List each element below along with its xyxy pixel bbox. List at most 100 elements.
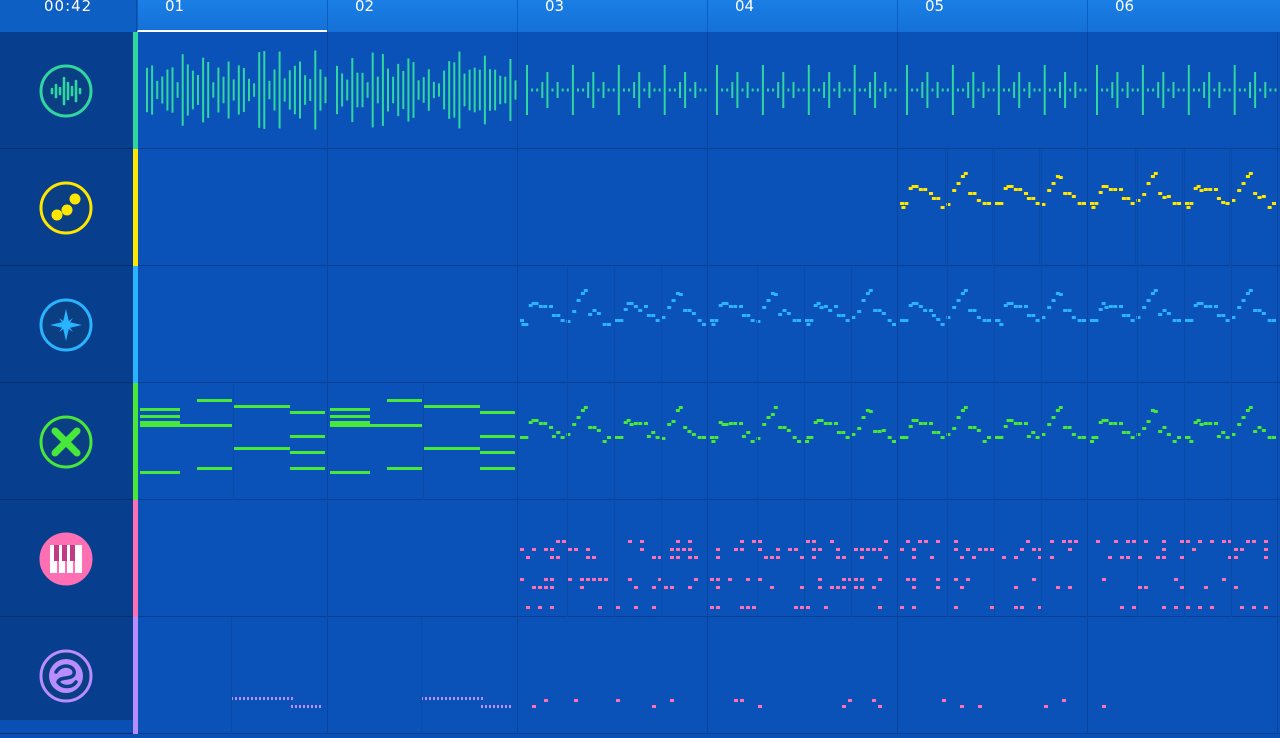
note-dot — [453, 697, 455, 700]
note-dot — [904, 202, 909, 205]
note-dot — [678, 293, 683, 296]
track-header-bass[interactable] — [0, 149, 133, 266]
audio-waveform-bar — [314, 50, 317, 130]
drum-hit — [830, 540, 834, 543]
audio-waveform-bar — [1018, 72, 1021, 108]
audio-waveform-bar — [181, 54, 184, 126]
audio-waveform-bar — [951, 65, 954, 115]
note-dot — [1142, 427, 1147, 430]
note-dot — [836, 314, 841, 317]
midi-note — [480, 467, 515, 470]
note-dot — [560, 436, 565, 439]
note-dot — [918, 422, 923, 425]
note-dot — [1077, 202, 1082, 205]
note-dot — [1158, 313, 1163, 316]
beat-line — [994, 500, 995, 617]
bar-marker-02[interactable]: 02 — [327, 0, 517, 32]
drum-hit — [568, 578, 572, 581]
drum-hit — [526, 556, 530, 559]
drum-hit — [1240, 606, 1244, 609]
drum-hit — [676, 540, 680, 543]
note-dot — [1108, 188, 1113, 191]
beat-line — [1137, 383, 1138, 500]
note-dot — [1257, 426, 1262, 429]
note-dot — [1267, 436, 1272, 439]
note-dot — [750, 440, 755, 443]
track-lane-bass[interactable] — [138, 149, 1280, 266]
drum-hit — [960, 556, 964, 559]
note-dot — [1208, 422, 1213, 425]
note-dot — [1261, 429, 1266, 432]
note-dot — [311, 705, 313, 708]
note-dot — [445, 697, 447, 700]
beat-line — [947, 383, 948, 500]
drum-hit — [1162, 606, 1166, 609]
track-lane-synth[interactable] — [138, 266, 1280, 383]
note-dot — [1051, 416, 1056, 419]
drum-hit — [670, 699, 674, 702]
note-dot — [543, 305, 548, 308]
note-dot — [750, 319, 755, 322]
audio-waveform-bar — [833, 88, 836, 92]
bar-line — [1277, 617, 1278, 734]
drum-hit — [842, 586, 846, 589]
audio-waveform-bar — [823, 82, 826, 98]
note-dot — [638, 309, 643, 312]
track-header-lead[interactable] — [0, 383, 133, 500]
audio-waveform-bar — [453, 62, 456, 118]
audio-waveform-bar — [1116, 72, 1119, 108]
audio-waveform-bar — [293, 65, 296, 115]
drum-hit — [652, 606, 656, 609]
note-dot — [549, 305, 553, 308]
audio-waveform-bar — [483, 55, 486, 125]
midi-note — [330, 421, 370, 424]
note-dot — [1261, 312, 1266, 315]
bar-marker-05[interactable]: 05 — [897, 0, 1087, 32]
track-lane-fx[interactable] — [138, 617, 1280, 734]
bar-marker-03[interactable]: 03 — [517, 0, 707, 32]
note-dot — [1261, 195, 1266, 198]
audio-waveform-bar — [1074, 82, 1077, 98]
drum-hit — [800, 606, 804, 609]
note-dot — [841, 431, 846, 434]
bar-marker-04[interactable]: 04 — [707, 0, 897, 32]
audio-waveform-bar — [166, 69, 169, 111]
audio-waveform-bar — [982, 82, 985, 98]
note-dot — [1186, 206, 1191, 209]
audio-waveform-bar — [412, 62, 415, 118]
bar-marker-06[interactable]: 06 — [1087, 0, 1277, 32]
drum-hit — [538, 606, 542, 609]
drum-hit — [1138, 556, 1142, 559]
note-dot — [1094, 436, 1099, 439]
track-header-keys[interactable] — [0, 500, 133, 617]
note-dot — [929, 422, 933, 425]
audio-waveform-bar — [1053, 88, 1056, 92]
drum-hit — [1156, 556, 1160, 559]
drum-hit — [1068, 540, 1072, 543]
note-dot — [1203, 305, 1208, 308]
drum-hit — [936, 578, 940, 581]
track-header-synth[interactable] — [0, 266, 133, 383]
drum-hit — [532, 705, 536, 708]
drum-hit — [884, 540, 888, 543]
track-header-drums[interactable] — [0, 32, 133, 149]
drum-hit — [1204, 586, 1208, 589]
track-header-fx[interactable] — [0, 617, 133, 734]
arrangement-grid[interactable] — [138, 32, 1280, 734]
track-lane-keys[interactable] — [138, 500, 1280, 617]
note-dot — [1009, 419, 1014, 422]
drum-hit — [1120, 556, 1124, 559]
audio-waveform-bar — [818, 88, 820, 92]
drum-hit — [818, 548, 822, 551]
audio-waveform-bar — [176, 82, 179, 98]
audio-waveform-bar — [936, 82, 939, 98]
note-dot — [987, 202, 991, 205]
drum-hit — [978, 705, 982, 708]
track-lane-lead[interactable] — [138, 383, 1280, 500]
note-dot — [259, 697, 261, 700]
drum-hit — [758, 540, 762, 543]
midi-note — [140, 424, 198, 427]
track-lane-drums[interactable] — [138, 32, 1280, 149]
note-dot — [1267, 206, 1272, 209]
bar-marker-01[interactable]: 01 — [137, 0, 327, 32]
